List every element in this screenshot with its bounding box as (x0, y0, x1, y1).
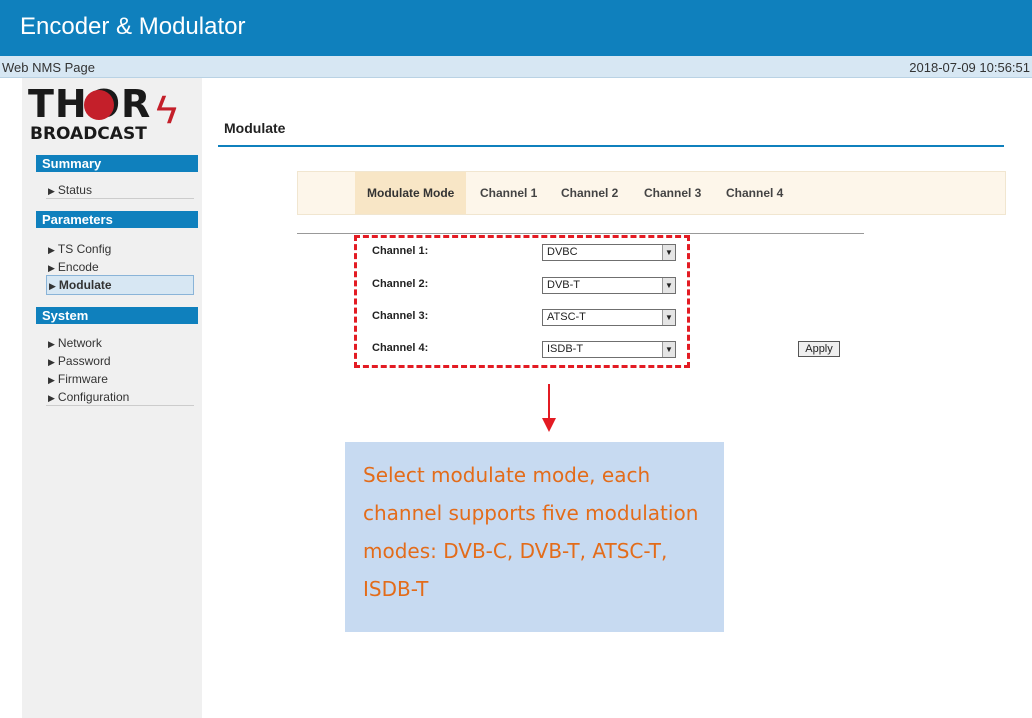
sidebar-heading-system: System (36, 307, 198, 324)
breadcrumb: Web NMS Page (2, 60, 95, 75)
tab-channel-1[interactable]: Channel 1 (468, 172, 549, 214)
triangle-right-icon: ▶ (48, 263, 55, 273)
sidebar-item-label: Network (57, 336, 102, 350)
sidebar: THOR ϟ BROADCAST Summary ▶Status Paramet… (22, 78, 202, 718)
sidebar-item-status[interactable]: ▶ Status (46, 181, 194, 199)
sidebar-item-configuration[interactable]: ▶ Configuration (46, 388, 194, 406)
title-divider (218, 145, 1004, 147)
triangle-right-icon: ▶ (49, 281, 56, 291)
tab-bar: Modulate Mode Channel 1 Channel 2 Channe… (297, 171, 1006, 215)
sidebar-item-firmware[interactable]: ▶ Firmware (46, 370, 194, 388)
logo-subtext: BROADCAST (30, 124, 147, 144)
triangle-right-icon: ▶ (48, 375, 55, 385)
brand-logo: THOR ϟ BROADCAST (28, 84, 178, 150)
tab-modulate-mode[interactable]: Modulate Mode (355, 172, 467, 214)
sidebar-item-label: TS Config (57, 242, 112, 256)
annotation-callout: Select modulate mode, each channel suppo… (345, 442, 724, 632)
sidebar-item-label: Status (57, 183, 92, 197)
apply-button[interactable]: Apply (798, 341, 840, 357)
sidebar-item-label: Encode (57, 260, 99, 274)
datetime-display: 2018-07-09 10:56:51 (909, 60, 1030, 75)
arrow-down-icon (542, 418, 556, 432)
sidebar-item-modulate[interactable]: ▶ Modulate (46, 275, 194, 295)
triangle-right-icon: ▶ (48, 339, 55, 349)
sidebar-item-label: Configuration (57, 390, 130, 404)
page-title: Modulate (224, 120, 286, 136)
app-header: Encoder & Modulator (0, 0, 1032, 56)
tab-channel-2[interactable]: Channel 2 (549, 172, 630, 214)
sidebar-item-label: Password (57, 354, 111, 368)
triangle-right-icon: ▶ (48, 186, 55, 196)
triangle-right-icon: ▶ (48, 245, 55, 255)
triangle-right-icon: ▶ (48, 357, 55, 367)
globe-icon (84, 90, 114, 120)
app-title: Encoder & Modulator (20, 13, 246, 40)
sidebar-item-encode[interactable]: ▶ Encode (46, 258, 194, 276)
sidebar-item-label: Firmware (57, 372, 108, 386)
sub-header-bar: Web NMS Page 2018-07-09 10:56:51 (0, 56, 1032, 78)
triangle-right-icon: ▶ (48, 393, 55, 403)
sidebar-item-password[interactable]: ▶ Password (46, 352, 194, 370)
highlight-box (354, 235, 690, 368)
sidebar-item-network[interactable]: ▶ Network (46, 334, 194, 352)
form-divider (297, 233, 864, 234)
tab-channel-4[interactable]: Channel 4 (714, 172, 795, 214)
sidebar-item-ts-config[interactable]: ▶ TS Config (46, 240, 194, 258)
lightning-icon: ϟ (156, 88, 178, 132)
sidebar-heading-summary: Summary (36, 155, 198, 172)
tab-channel-3[interactable]: Channel 3 (632, 172, 713, 214)
sidebar-heading-parameters: Parameters (36, 211, 198, 228)
sidebar-item-label: Modulate (58, 278, 112, 292)
callout-arrow-line (548, 384, 550, 420)
